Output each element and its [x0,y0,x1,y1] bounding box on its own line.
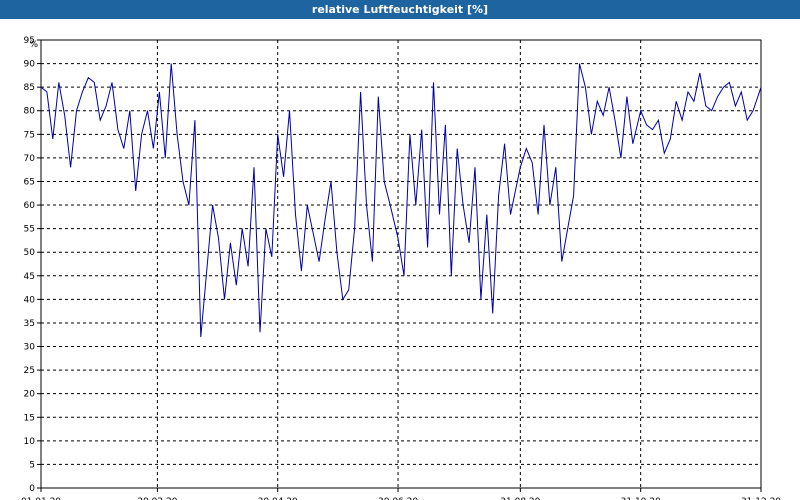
y-tick-label: 50 [24,248,36,258]
y-tick-label: 65 [24,177,35,187]
y-tick-label: 15 [24,413,35,423]
y-tick-label: 80 [24,107,36,117]
y-axis-label: % [29,40,38,50]
plot-frame [40,39,762,489]
y-tick-label: 25 [24,366,35,376]
y-tick-label: 10 [24,437,36,447]
y-tick-label: 40 [24,295,36,305]
y-tick-label: 0 [29,484,35,494]
y-tick-label: 75 [24,130,35,140]
y-tick-label: 55 [24,225,35,235]
y-axis: 05101520253035404550556065707580859095 [24,36,41,494]
y-tick-label: 5 [29,460,35,470]
y-tick-label: 85 [24,83,35,93]
y-tick-label: 30 [24,343,36,353]
window-title: relative Luftfeuchtigkeit [%] [0,0,800,19]
y-tick-label: 45 [24,272,35,282]
y-tick-label: 90 [24,60,36,70]
y-tick-label: 35 [24,319,35,329]
humidity-series-line [40,63,762,338]
x-axis: 01.01.2029.02.2030.04.2030.06.2031.08.20… [21,488,781,500]
y-tick-label: 70 [24,154,36,164]
grid [41,39,762,488]
humidity-chart: 05101520253035404550556065707580859095 0… [21,36,781,500]
y-tick-label: 60 [24,201,36,211]
y-tick-label: 20 [24,390,36,400]
